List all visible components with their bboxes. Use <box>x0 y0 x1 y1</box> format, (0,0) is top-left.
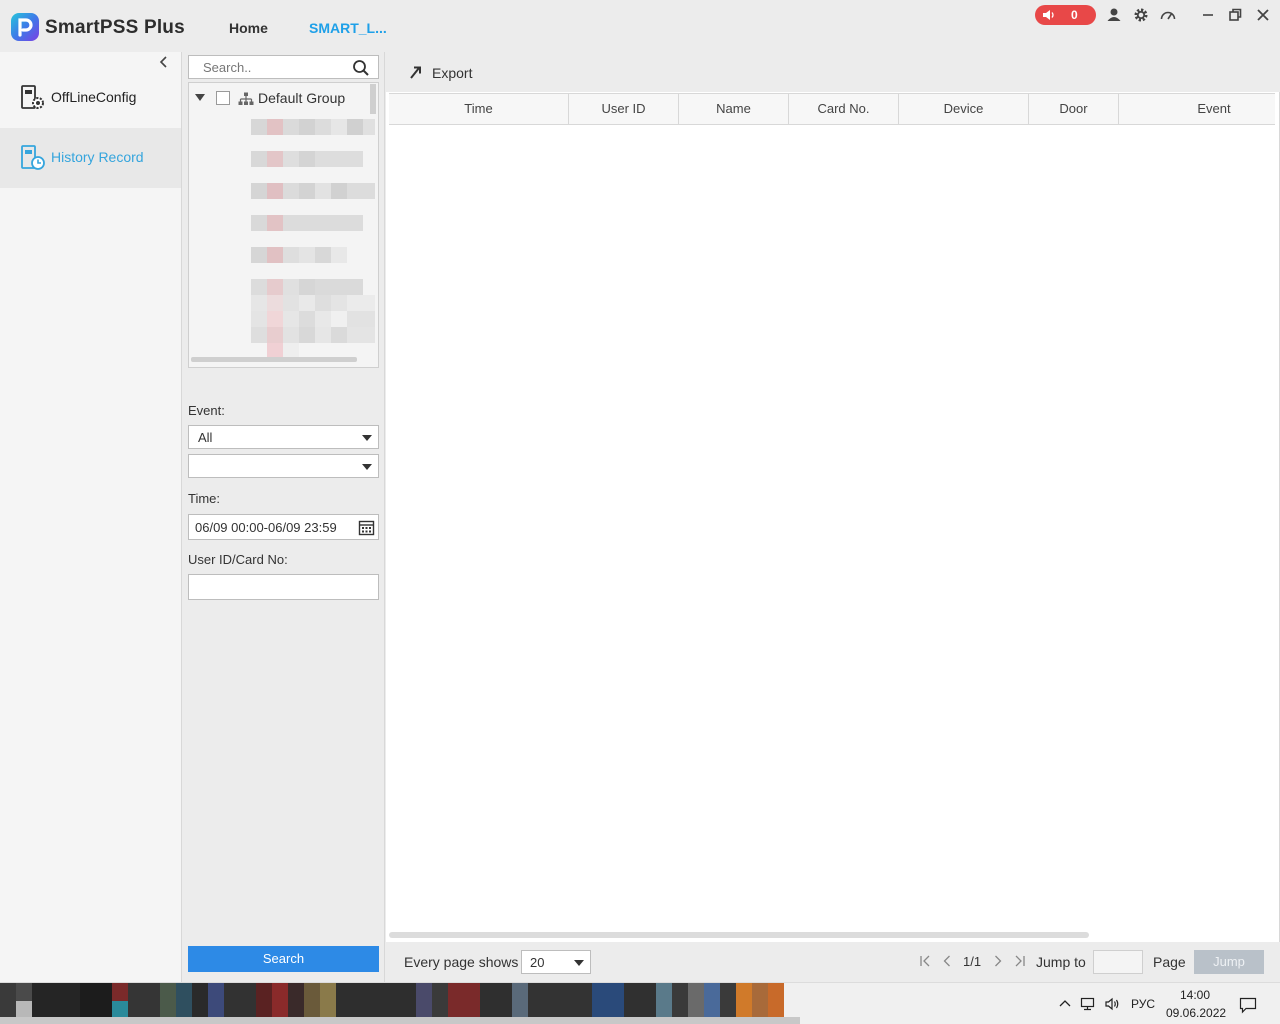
chevron-down-icon <box>362 435 372 441</box>
notification-center-icon[interactable] <box>1239 996 1257 1014</box>
app-title: SmartPSS Plus <box>45 17 185 38</box>
left-nav: OffLineConfig History Record <box>0 52 182 982</box>
tree-expand-arrow-icon[interactable] <box>195 94 205 101</box>
group-tree-icon <box>238 92 254 105</box>
column-header-time[interactable]: Time <box>389 94 569 124</box>
last-page-icon[interactable] <box>1013 954 1027 968</box>
tree-root-checkbox[interactable] <box>216 91 230 105</box>
filter-panel: Default Group <box>183 52 385 982</box>
main-content: Export Time User ID Name Card No. Device… <box>386 52 1280 982</box>
event-subtype-select[interactable] <box>188 454 379 478</box>
close-icon[interactable] <box>1254 6 1272 24</box>
settings-gear-icon[interactable] <box>1132 6 1150 24</box>
volume-icon[interactable] <box>1104 996 1120 1012</box>
event-label: Event: <box>188 403 225 418</box>
device-tree: Default Group <box>188 82 379 368</box>
network-icon[interactable] <box>1080 996 1096 1012</box>
os-taskbar: РУС 14:00 09.06.2022 <box>0 982 1280 1024</box>
offline-config-icon <box>21 85 44 109</box>
clock-time[interactable]: 14:00 <box>1180 988 1210 1002</box>
sidebar-item-offline-config[interactable]: OffLineConfig <box>0 68 181 128</box>
page-indicator: 1/1 <box>963 954 982 969</box>
column-header-event[interactable]: Event <box>1119 94 1280 124</box>
alarm-badge[interactable]: 0 <box>1035 5 1096 25</box>
jump-to-label: Jump to <box>1036 954 1086 970</box>
app-logo-icon <box>11 13 39 41</box>
event-type-select[interactable]: All <box>188 425 379 449</box>
input-language-indicator[interactable]: РУС <box>1131 997 1155 1011</box>
first-page-icon[interactable] <box>918 954 932 968</box>
speaker-icon <box>1043 10 1054 20</box>
history-record-icon <box>21 145 45 170</box>
pagination-bar: Every page shows 20 1/1 Jump to Page Jum… <box>386 942 1280 982</box>
clock-date[interactable]: 09.06.2022 <box>1166 1006 1226 1020</box>
chevron-down-icon <box>362 464 372 470</box>
page-size-select[interactable]: 20 <box>521 950 591 974</box>
column-header-device[interactable]: Device <box>899 94 1029 124</box>
column-header-door[interactable]: Door <box>1029 94 1119 124</box>
page-label: Page <box>1153 954 1186 970</box>
performance-gauge-icon[interactable] <box>1159 6 1177 24</box>
event-type-value: All <box>198 430 213 445</box>
jump-button[interactable]: Jump <box>1194 950 1264 974</box>
time-range-value: 06/09 00:00-06/09 23:59 <box>195 520 337 535</box>
time-range-field[interactable]: 06/09 00:00-06/09 23:59 <box>188 514 379 540</box>
page-size-value: 20 <box>530 955 545 970</box>
time-label: Time: <box>188 491 221 506</box>
device-search-input[interactable] <box>189 56 349 78</box>
jump-page-input[interactable] <box>1093 950 1143 974</box>
records-table-header: Time User ID Name Card No. Device Door E… <box>389 93 1275 125</box>
column-header-name[interactable]: Name <box>679 94 789 124</box>
minimize-icon[interactable] <box>1199 6 1217 24</box>
chevron-down-icon <box>574 960 584 966</box>
toolbar: Export <box>386 52 1280 92</box>
sidebar-item-label: History Record <box>51 149 144 165</box>
tab-smart-lock[interactable]: SMART_L... <box>309 20 387 36</box>
column-header-card-no[interactable]: Card No. <box>789 94 899 124</box>
sidebar-item-label: OffLineConfig <box>51 89 137 105</box>
export-button[interactable]: Export <box>432 65 472 81</box>
alarm-count: 0 <box>1071 8 1078 22</box>
restore-icon[interactable] <box>1226 6 1244 24</box>
title-bar: SmartPSS Plus Home SMART_L... 0 <box>0 0 1280 52</box>
user-icon[interactable] <box>1105 6 1123 24</box>
sidebar-item-history-record[interactable]: History Record <box>0 128 181 188</box>
tree-vertical-scrollbar[interactable] <box>370 84 376 114</box>
next-page-icon[interactable] <box>991 954 1005 968</box>
tab-home[interactable]: Home <box>229 20 268 36</box>
every-page-shows-label: Every page shows <box>404 954 519 970</box>
device-search-box <box>188 55 379 79</box>
table-horizontal-scrollbar[interactable] <box>389 932 1089 938</box>
tray-overflow-chevron-icon[interactable] <box>1057 996 1073 1012</box>
user-id-card-label: User ID/Card No: <box>188 552 288 567</box>
taskbar-apps-blurred[interactable] <box>0 983 800 1024</box>
previous-page-icon[interactable] <box>940 954 954 968</box>
tree-horizontal-scrollbar[interactable] <box>191 357 357 362</box>
export-arrow-icon[interactable] <box>408 64 424 80</box>
calendar-icon[interactable] <box>358 519 375 536</box>
tree-root-label: Default Group <box>258 90 346 106</box>
search-icon[interactable] <box>352 59 370 77</box>
user-id-card-input[interactable] <box>188 574 379 600</box>
search-button[interactable]: Search <box>188 946 379 972</box>
column-header-user-id[interactable]: User ID <box>569 94 679 124</box>
